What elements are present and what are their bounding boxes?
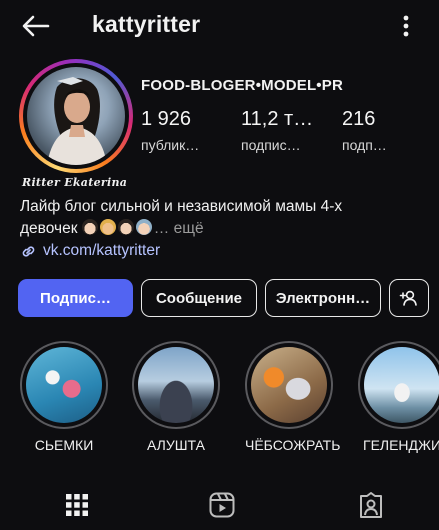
- avatar: [27, 67, 125, 165]
- child-emoji-icon: [99, 219, 116, 235]
- bio-line-1: Лайф блог сильной и независимой мамы 4-х: [20, 198, 343, 215]
- stat-label: подп…: [342, 137, 387, 153]
- highlight-cover: [364, 347, 439, 423]
- add-person-icon: [399, 290, 417, 306]
- link-text: vk.com/kattyritter: [43, 242, 161, 259]
- baby-emoji-icon: [135, 219, 152, 235]
- highlight-label: СЬЕМКИ: [34, 437, 94, 453]
- highlight-item[interactable]: АЛУШТА: [132, 341, 220, 453]
- vertical-dots-icon[interactable]: [396, 12, 416, 40]
- highlight-cover: [26, 347, 102, 423]
- stat-followers[interactable]: 11,2 т… подпис…: [241, 108, 313, 153]
- link-icon: [22, 245, 35, 257]
- stat-value: 11,2 т…: [241, 108, 314, 130]
- bio-more-link[interactable]: … ещё: [154, 220, 204, 237]
- highlight-label: ЧЁБСОЖРАТЬ: [245, 437, 341, 453]
- stat-following[interactable]: 216 подп…: [342, 108, 387, 153]
- stat-label: подпис…: [241, 137, 301, 153]
- stat-posts[interactable]: 1 926 публик…: [141, 108, 199, 153]
- profile-username: kattyritter: [92, 11, 201, 37]
- tagged-icon[interactable]: [356, 490, 386, 520]
- profile-bio: Лайф блог сильной и независимой мамы 4-х…: [20, 196, 420, 240]
- stat-label: публик…: [141, 137, 200, 153]
- email-button[interactable]: Электронн…: [265, 279, 381, 317]
- highlight-item[interactable]: ГЕЛЕНДЖИ: [358, 341, 439, 453]
- highlight-label: АЛУШТА: [147, 437, 205, 453]
- child-emoji-icon: [117, 219, 134, 235]
- stat-value: 1 926: [141, 108, 192, 130]
- signature-text: Ritter Ekaterina: [22, 176, 128, 189]
- highlight-cover: [251, 347, 327, 423]
- top-bar: kattyritter: [0, 0, 439, 52]
- profile-category: FOOD-BLOGER•MODEL•PR: [141, 77, 343, 94]
- reels-icon[interactable]: [207, 490, 237, 520]
- highlight-label: ГЕЛЕНДЖИ: [362, 437, 439, 453]
- highlight-item[interactable]: ЧЁБСОЖРАТЬ: [245, 341, 341, 453]
- stat-value: 216: [342, 108, 376, 130]
- bio-line-2: девочек: [20, 220, 78, 237]
- highlight-item[interactable]: СЬЕМКИ: [20, 341, 108, 453]
- profile-link[interactable]: vk.com/kattyritter: [20, 242, 160, 260]
- child-emoji-icon: [81, 219, 98, 235]
- highlight-cover: [138, 347, 214, 423]
- profile-tab-bar: [0, 486, 439, 530]
- add-user-button[interactable]: [389, 279, 429, 317]
- back-arrow-icon[interactable]: [20, 12, 52, 40]
- message-button[interactable]: Сообщение: [141, 279, 257, 317]
- grid-icon[interactable]: [62, 490, 92, 520]
- bio-line-2-row: девочек … ещё: [20, 218, 420, 240]
- follow-button[interactable]: Подпис…: [18, 279, 133, 317]
- avatar-story-ring[interactable]: [19, 59, 133, 173]
